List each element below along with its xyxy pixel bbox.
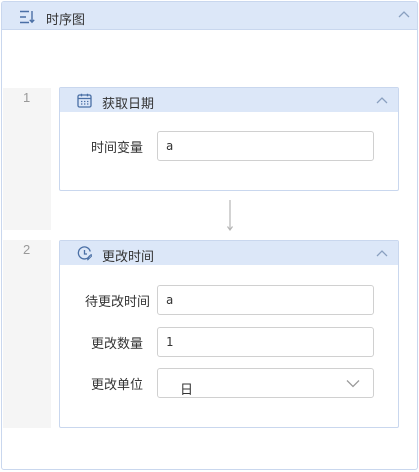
change-amount-input[interactable]: 1 (157, 327, 374, 357)
step-title: 更改时间 (102, 249, 155, 264)
step-gutter-2: 2 (3, 240, 51, 428)
time-variable-input[interactable]: a (157, 131, 374, 161)
step-number: 2 (23, 242, 31, 257)
step-card-get-date: 获取日期 时间变量 a (59, 87, 399, 191)
panel-title: 时序图 (46, 12, 86, 27)
time-to-change-input[interactable]: a (157, 285, 374, 315)
step-title: 获取日期 (102, 96, 155, 111)
step-number: 1 (23, 90, 31, 105)
field-label-change-amount: 更改数量 (90, 336, 143, 351)
sequence-diagram-icon (20, 10, 35, 24)
field-label-time-variable: 时间变量 (90, 140, 143, 155)
chevron-up-icon[interactable] (398, 10, 410, 18)
change-unit-select[interactable]: 日 (157, 368, 374, 398)
step-card-header: 更改时间 (60, 241, 398, 265)
field-label-change-unit: 更改单位 (90, 377, 143, 392)
chevron-down-icon (346, 380, 360, 388)
clock-edit-icon (77, 246, 92, 261)
change-unit-value: 日 (180, 382, 194, 397)
sequence-panel-header: 时序图 (2, 2, 417, 30)
step-gutter-1: 1 (3, 88, 51, 230)
arrow-down-icon (227, 200, 233, 232)
chevron-up-icon[interactable] (376, 96, 388, 104)
chevron-up-icon[interactable] (376, 249, 388, 257)
step-card-header: 获取日期 (60, 88, 398, 112)
step-card-change-time: 更改时间 待更改时间 a 更改数量 1 更改单位 日 (59, 240, 399, 428)
calendar-icon (77, 93, 92, 108)
field-label-time-to-change: 待更改时间 (84, 294, 150, 309)
